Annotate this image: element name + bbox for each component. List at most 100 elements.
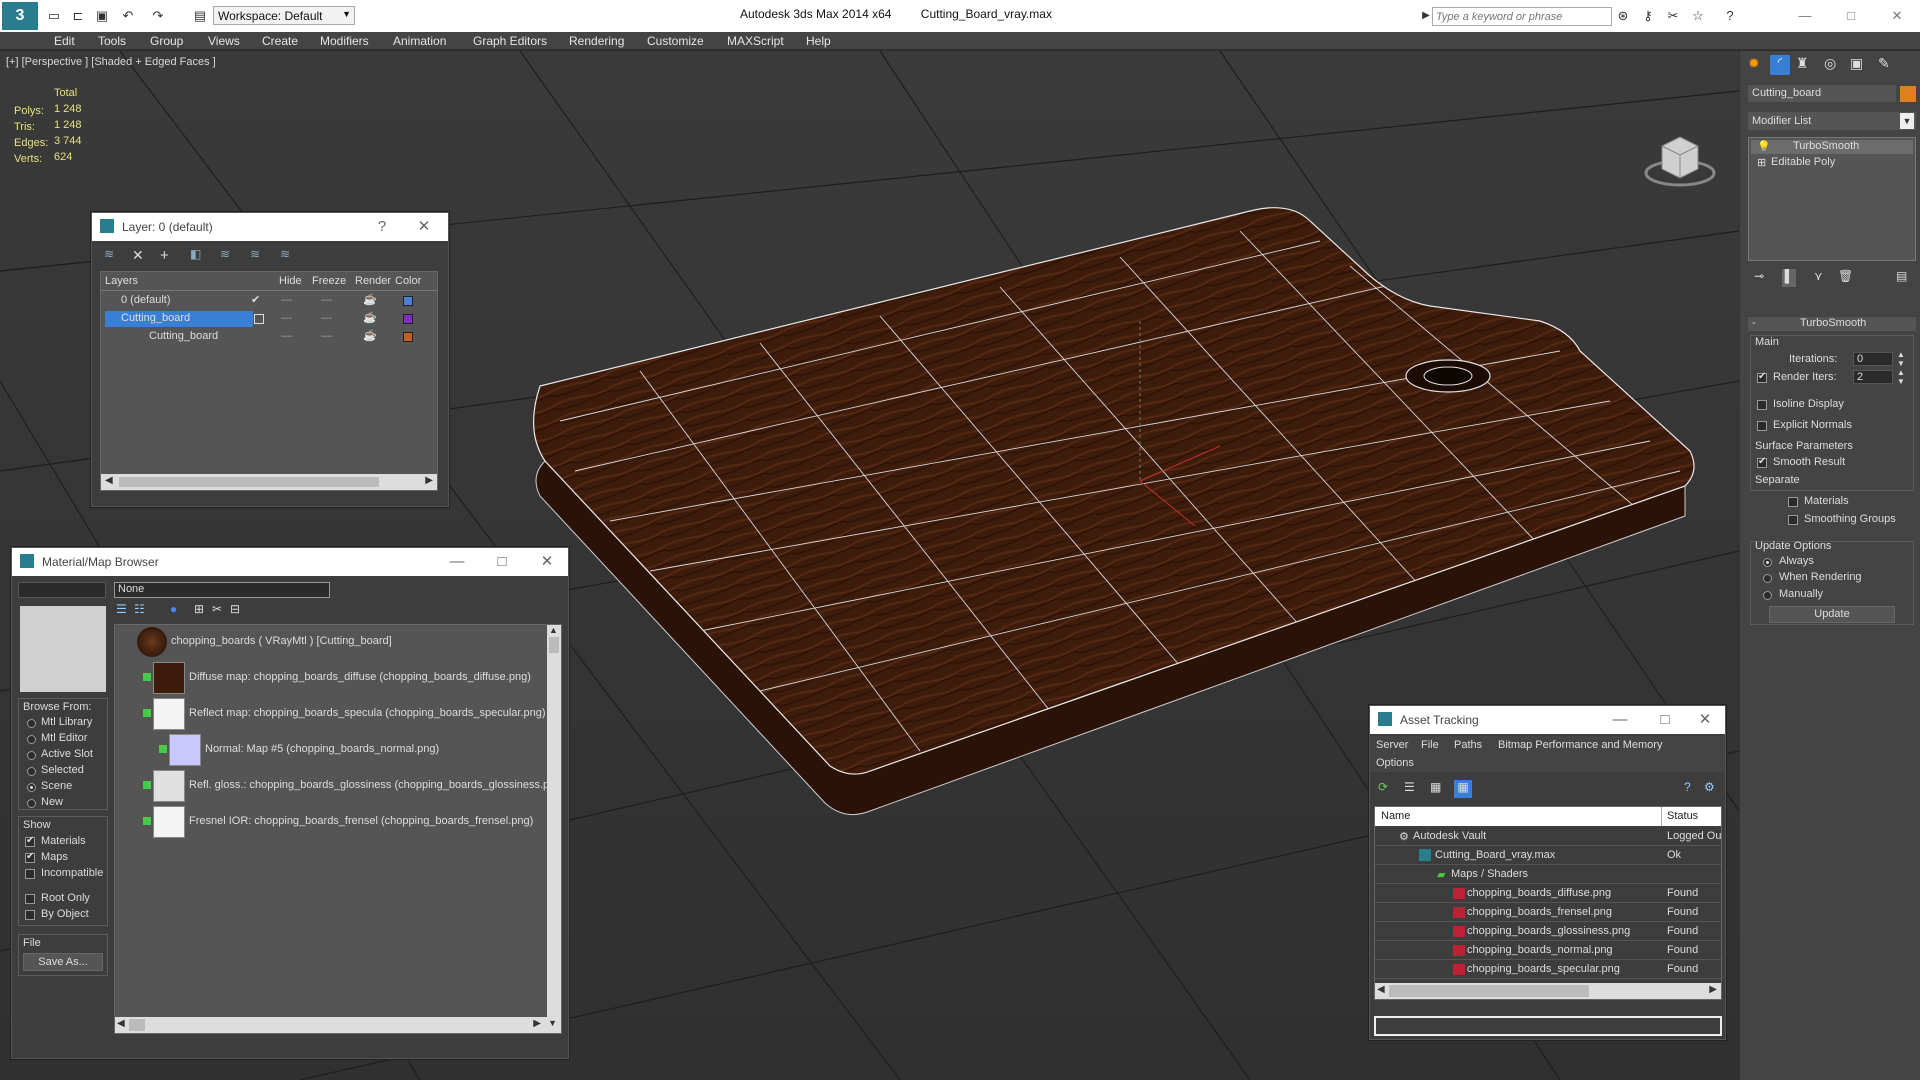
favorites-star-icon[interactable]: ☆ xyxy=(1690,8,1706,24)
menu-modifiers[interactable]: Modifiers xyxy=(320,34,369,48)
menu-create[interactable]: Create xyxy=(262,34,298,48)
render-teapot-icon[interactable]: ☕ xyxy=(363,293,377,306)
close-icon[interactable]: ✕ xyxy=(537,552,557,572)
add-to-layer-icon[interactable]: + xyxy=(160,247,169,264)
configure-sets-icon[interactable]: ▤ xyxy=(1896,269,1907,283)
thumbnail-view-icon[interactable]: ▦ xyxy=(1430,780,1441,794)
col-status[interactable]: Status xyxy=(1667,810,1698,822)
radio-active-slot[interactable] xyxy=(27,751,36,760)
detail-view-icon[interactable]: ☷ xyxy=(134,602,145,616)
scroll-right-icon[interactable]: ▶ xyxy=(1709,984,1717,995)
menu-tools[interactable]: Tools xyxy=(98,34,126,48)
open-file-icon[interactable]: ⊏ xyxy=(70,8,86,24)
stack-item-editable-poly[interactable]: ⊞ Editable Poly xyxy=(1751,156,1913,170)
freeze-toggle[interactable]: — xyxy=(321,330,332,342)
save-as-button[interactable]: Save As... xyxy=(23,953,103,971)
exchange-icon[interactable]: ✂ xyxy=(1665,8,1681,24)
menu-maxscript[interactable]: MAXScript xyxy=(727,34,784,48)
scroll-thumb[interactable] xyxy=(119,477,379,487)
radio-manually[interactable] xyxy=(1763,591,1772,600)
isoline-checkbox[interactable] xyxy=(1757,400,1767,410)
options-icon[interactable]: ⊟ xyxy=(230,602,240,616)
scroll-thumb[interactable] xyxy=(129,1019,145,1031)
redo-icon[interactable]: ↷ xyxy=(150,8,166,24)
object-name-field[interactable]: Cutting_board xyxy=(1748,85,1896,102)
stack-item-turbosmooth[interactable]: 💡 TurboSmooth xyxy=(1751,140,1913,154)
navigator-icon[interactable]: ⊞ xyxy=(194,602,204,616)
browser-search-field[interactable]: None xyxy=(114,582,330,598)
list-view-icon[interactable]: ☰ xyxy=(1404,780,1415,794)
project-folder-icon[interactable]: ▤ xyxy=(192,8,208,24)
highlight-layer-icon[interactable]: ≋ xyxy=(220,247,230,261)
scroll-thumb[interactable] xyxy=(1389,985,1589,997)
motion-tab-icon[interactable]: ◎ xyxy=(1824,55,1836,72)
vertical-scrollbar[interactable]: ▲ xyxy=(547,625,561,1033)
create-layer-icon[interactable]: ≋ xyxy=(104,247,114,261)
menu-rendering[interactable]: Rendering xyxy=(569,34,624,48)
menu-help[interactable]: Help xyxy=(806,34,831,48)
table-view-icon[interactable]: ▦ xyxy=(1454,780,1472,798)
freeze-toggle[interactable]: — xyxy=(321,294,332,306)
col-freeze[interactable]: Freeze xyxy=(312,275,346,287)
asset-path-field[interactable] xyxy=(1374,1016,1722,1036)
pin-stack-icon[interactable]: ⊸ xyxy=(1754,269,1764,283)
layer-color-swatch[interactable] xyxy=(403,314,413,324)
workspace-dropdown[interactable]: Workspace: Default ▼ xyxy=(213,6,355,25)
layer-checkbox[interactable] xyxy=(254,314,264,324)
asset-row[interactable]: chopping_boards_normal.png Found xyxy=(1375,941,1721,960)
maximize-icon[interactable]: □ xyxy=(1843,8,1859,24)
asset-row[interactable]: ⚙ Autodesk Vault Logged Ou xyxy=(1375,827,1721,846)
horizontal-scrollbar[interactable]: ◀ ▶ xyxy=(101,474,437,490)
render-teapot-icon[interactable]: ☕ xyxy=(363,329,377,342)
light-bulb-icon[interactable]: 💡 xyxy=(1757,140,1771,153)
tree-item[interactable]: Fresnel IOR: chopping_boards_frensel (ch… xyxy=(115,805,545,839)
explicit-normals-checkbox[interactable] xyxy=(1757,421,1767,431)
freeze-toggle[interactable]: — xyxy=(321,312,332,324)
layer-row[interactable]: 0 (default) ✔ — — ☕ xyxy=(101,292,437,310)
hide-toggle[interactable]: — xyxy=(281,312,292,324)
hide-toggle[interactable]: — xyxy=(281,294,292,306)
object-color-swatch[interactable] xyxy=(1900,86,1916,102)
close-icon[interactable]: ✕ xyxy=(1889,8,1905,24)
menu-customize[interactable]: Customize xyxy=(647,34,704,48)
search-input[interactable] xyxy=(1432,7,1612,26)
radio-new[interactable] xyxy=(27,799,36,808)
layer-color-swatch[interactable] xyxy=(403,332,413,342)
asset-row[interactable]: chopping_boards_specular.png Found xyxy=(1375,960,1721,979)
asset-tracking-titlebar[interactable]: Asset Tracking — □ ✕ xyxy=(1370,706,1725,734)
show-end-result-icon[interactable]: ▌ xyxy=(1782,269,1796,287)
scroll-right-icon[interactable]: ▶ xyxy=(425,475,433,486)
iterations-spinner[interactable]: 0 xyxy=(1853,352,1893,366)
radio-selected[interactable] xyxy=(27,767,36,776)
col-name[interactable]: Name xyxy=(1381,810,1410,822)
checkbox-maps[interactable] xyxy=(25,851,35,863)
horizontal-scrollbar[interactable]: ◀ ▶ ▼ xyxy=(115,1017,561,1033)
tools-icon[interactable]: ✂ xyxy=(212,602,222,616)
modify-tab-icon[interactable]: ◜ xyxy=(1770,55,1790,75)
undo-icon[interactable]: ↶ xyxy=(120,8,136,24)
viewport-label[interactable]: [+] [Perspective ] [Shaded + Edged Faces… xyxy=(6,56,216,68)
tree-item[interactable]: Refl. gloss.: chopping_boards_glossiness… xyxy=(115,769,553,803)
create-tab-icon[interactable]: ✹ xyxy=(1748,55,1760,72)
col-hide[interactable]: Hide xyxy=(279,275,302,287)
radio-when-rendering[interactable] xyxy=(1763,574,1772,583)
asset-row[interactable]: chopping_boards_diffuse.png Found xyxy=(1375,884,1721,903)
asset-row[interactable]: Cutting_Board_vray.max Ok xyxy=(1375,846,1721,865)
binoculars-icon[interactable]: ⊛ xyxy=(1615,8,1631,24)
radio-mtl-library[interactable] xyxy=(27,719,36,728)
asset-row[interactable]: chopping_boards_frensel.png Found xyxy=(1375,903,1721,922)
chevron-down-icon[interactable]: ▼ xyxy=(548,1018,557,1028)
checkbox-root-only[interactable] xyxy=(25,894,35,904)
turbosmooth-rollout-header[interactable]: - TurboSmooth xyxy=(1748,317,1916,331)
menu-views[interactable]: Views xyxy=(208,34,240,48)
menu-options[interactable]: Options xyxy=(1376,757,1414,769)
radio-mtl-editor[interactable] xyxy=(27,735,36,744)
checkbox-by-object[interactable] xyxy=(25,910,35,920)
modifier-list-dropdown[interactable]: Modifier List ▼ xyxy=(1748,112,1916,130)
scroll-left-icon[interactable]: ◀ xyxy=(105,475,113,486)
checkbox-materials[interactable] xyxy=(25,835,35,847)
render-iters-spinner[interactable]: 2 xyxy=(1853,370,1893,384)
browser-name-field[interactable] xyxy=(18,582,106,598)
menu-group[interactable]: Group xyxy=(150,34,183,48)
menu-paths[interactable]: Paths xyxy=(1454,739,1482,751)
